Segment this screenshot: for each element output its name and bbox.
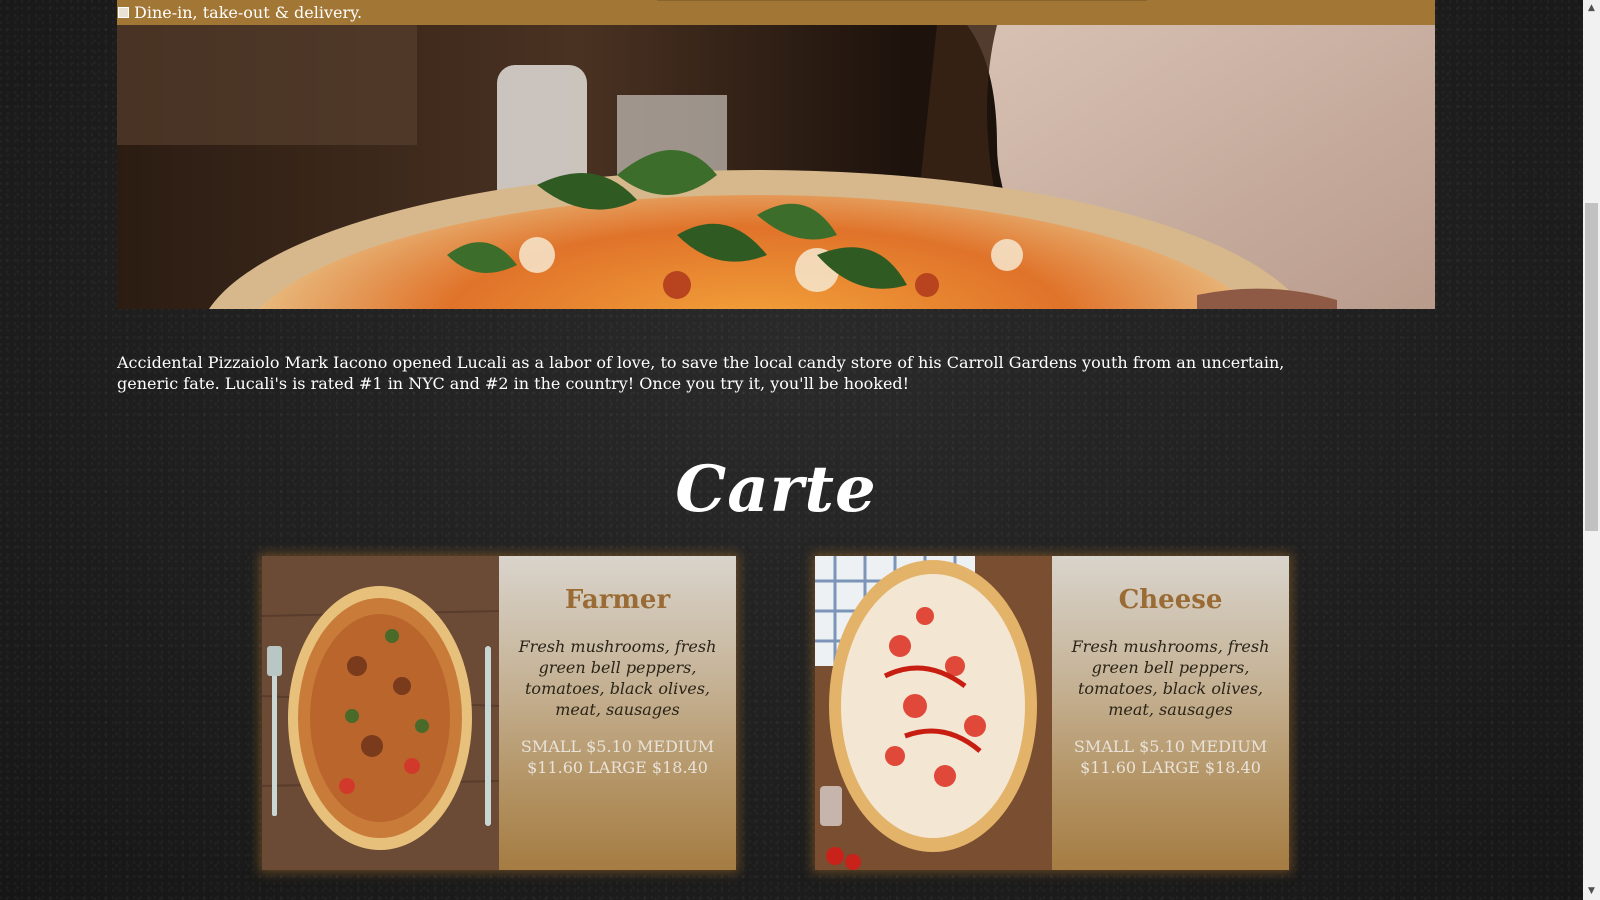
menu-item-name: Farmer xyxy=(564,585,671,615)
scroll-up-arrow-icon[interactable]: ▲ xyxy=(1583,0,1600,17)
menu-item-price: SMALL $5.10 MEDIUM $11.60 LARGE $18.40 xyxy=(1073,737,1268,777)
vertical-scrollbar[interactable]: ▲ ▼ xyxy=(1583,0,1600,900)
info-banner: Dine-in, take-out & delivery. xyxy=(117,0,1435,25)
menu-item-description: Fresh mushrooms, fresh green bell pepper… xyxy=(1071,637,1270,719)
menu-item-name: Cheese xyxy=(1118,585,1223,615)
intro-paragraph: Accidental Pizzaiolo Mark Iacono opened … xyxy=(117,353,1285,393)
cheese-pizza-image xyxy=(815,556,1052,870)
pizza-hero-illustration xyxy=(117,25,1435,309)
banner-text: Dine-in, take-out & delivery. xyxy=(134,2,363,22)
menu-item-price: SMALL $5.10 MEDIUM $11.60 LARGE $18.40 xyxy=(520,737,715,777)
banner-divider xyxy=(657,0,1147,1)
farmer-info-panel: Farmer Fresh mushrooms, fresh green bell… xyxy=(499,556,736,870)
cheese-info-panel: Cheese Fresh mushrooms, fresh green bell… xyxy=(1052,556,1289,870)
farmer-pizza-image xyxy=(262,556,499,870)
scroll-down-arrow-icon[interactable]: ▼ xyxy=(1583,883,1600,900)
broken-image-icon xyxy=(118,7,129,18)
hero-image xyxy=(117,25,1435,309)
menu-item-farmer: Farmer Fresh mushrooms, fresh green bell… xyxy=(262,556,736,870)
menu-item-cheese: Cheese Fresh mushrooms, fresh green bell… xyxy=(815,556,1289,870)
menu-item-description: Fresh mushrooms, fresh green bell pepper… xyxy=(518,637,717,719)
menu-title: Carte xyxy=(675,452,877,527)
scrollbar-thumb[interactable] xyxy=(1585,203,1598,531)
